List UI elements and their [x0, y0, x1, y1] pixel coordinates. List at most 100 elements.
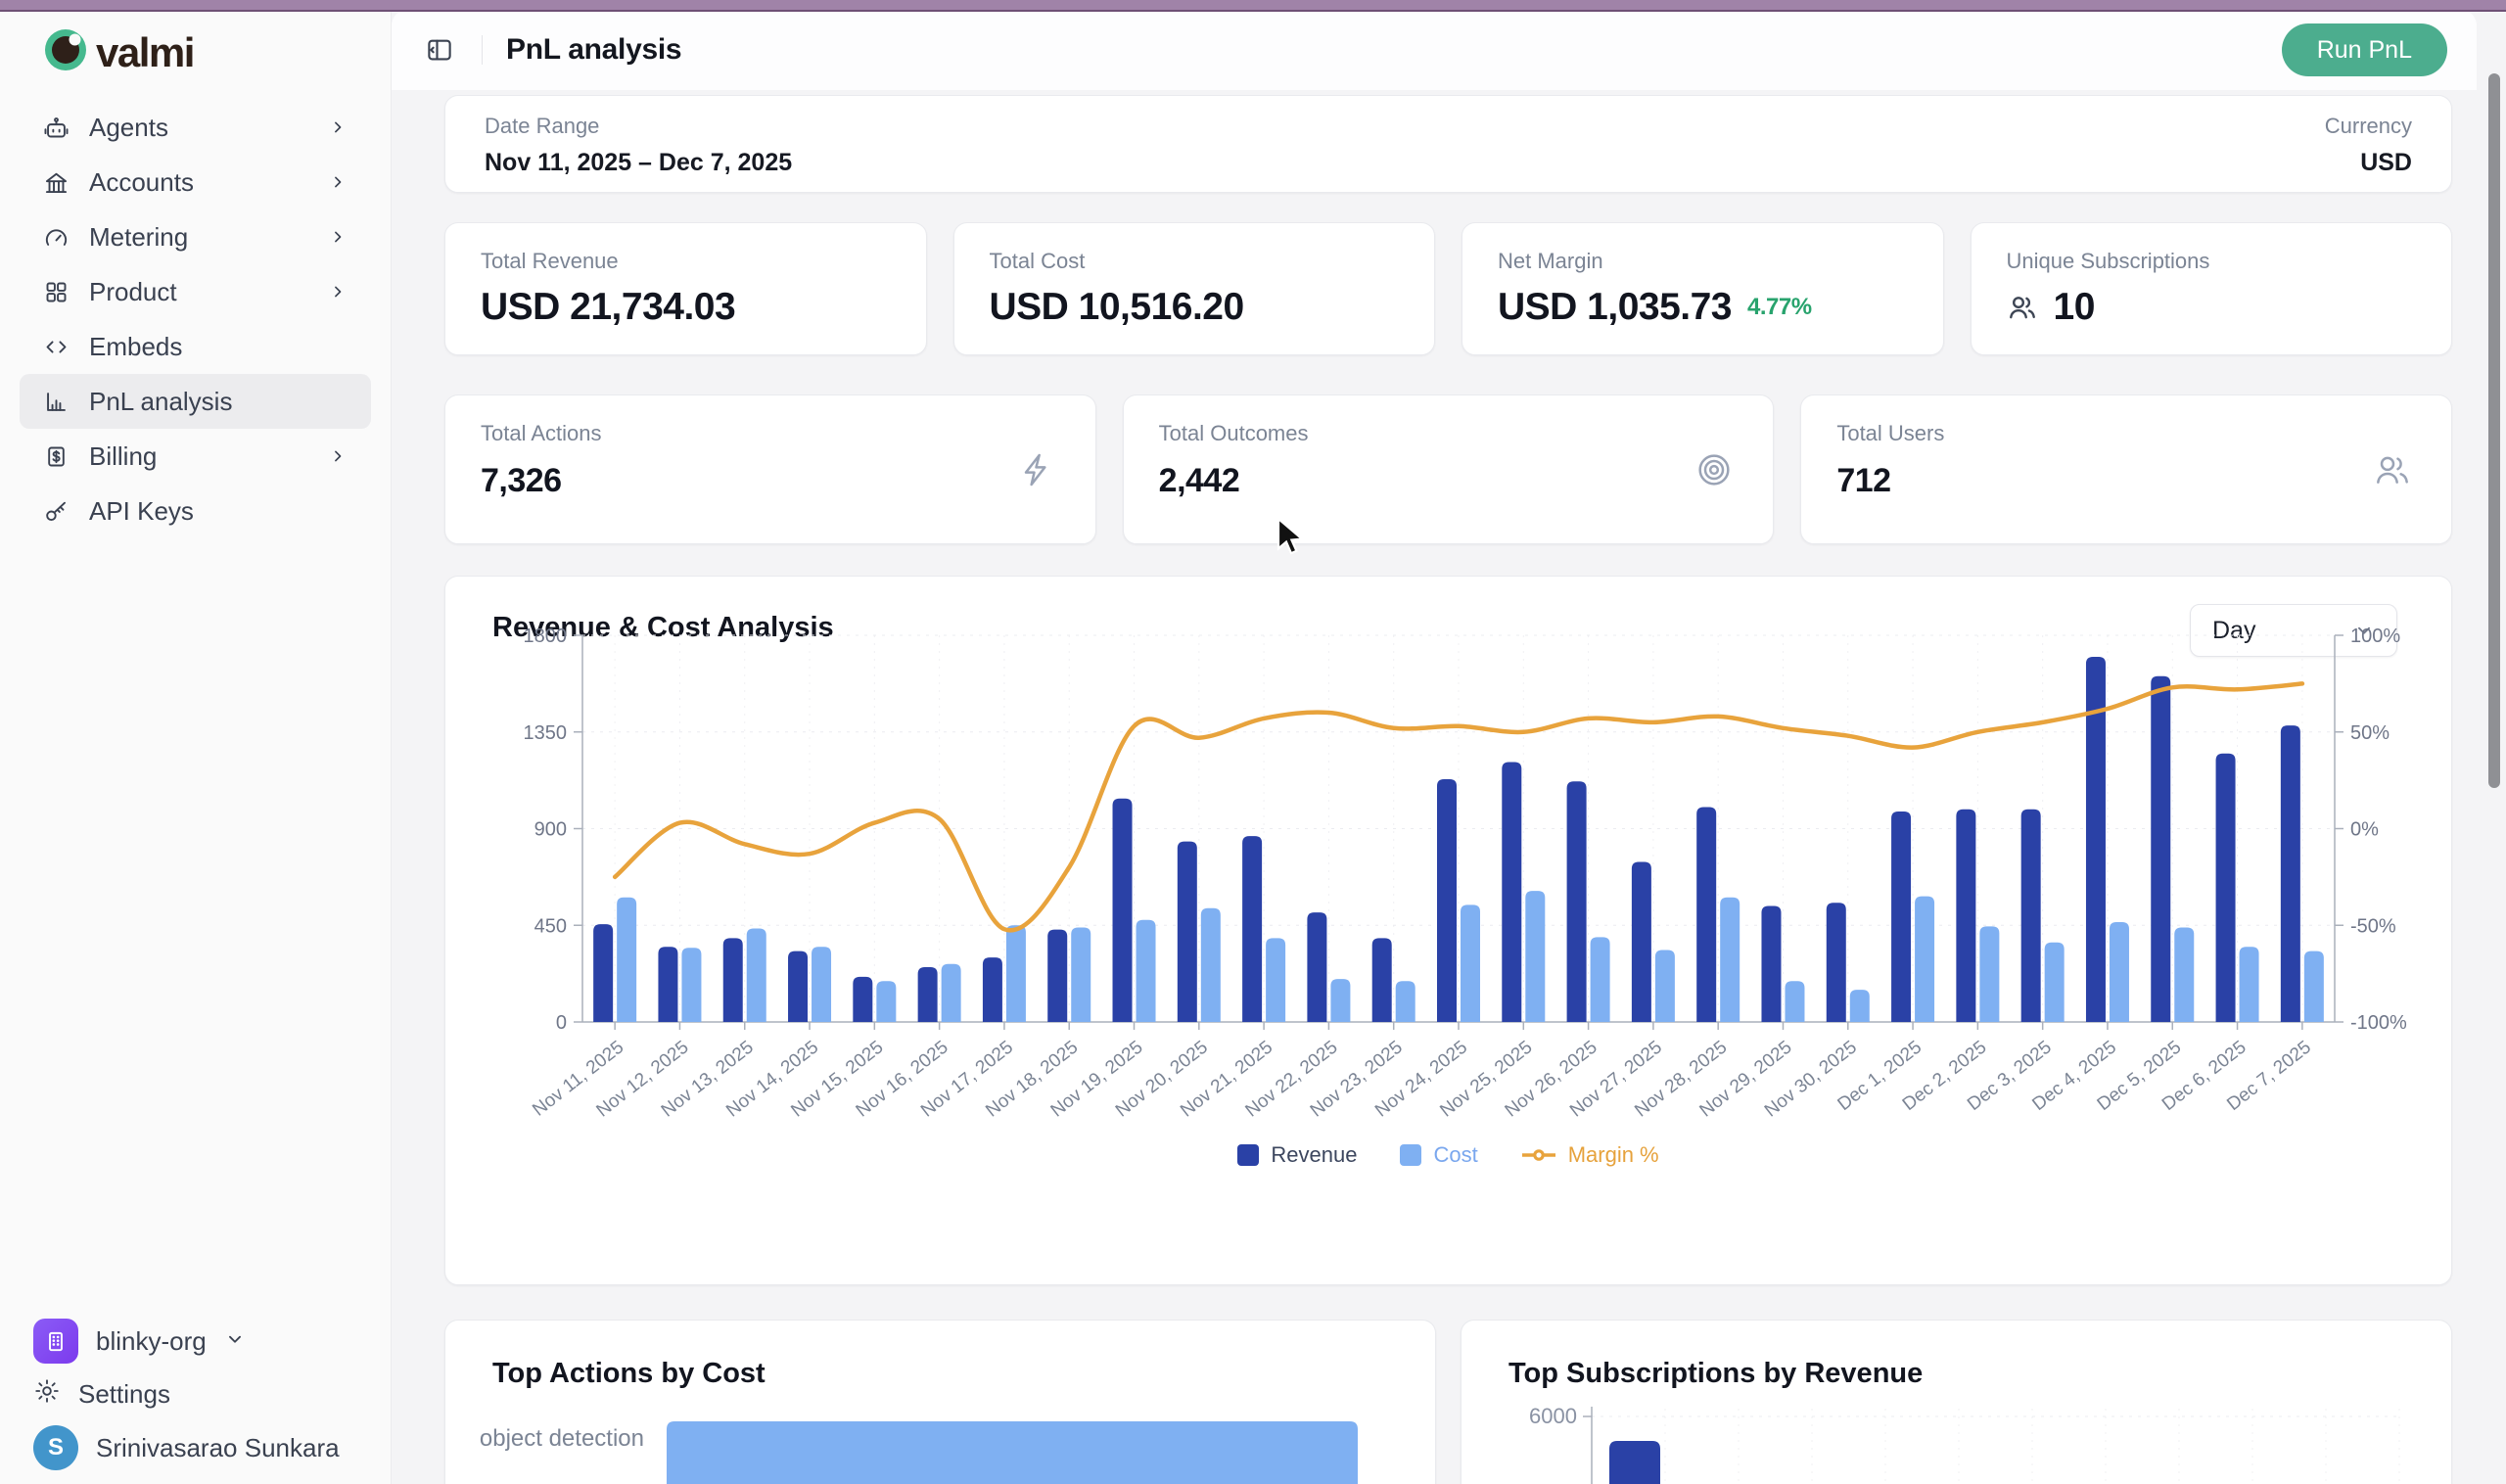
stat-value: USD 21,734.03: [481, 286, 735, 329]
page-title: PnL analysis: [506, 33, 681, 67]
legend-revenue[interactable]: Revenue: [1237, 1142, 1357, 1168]
key-icon: [43, 498, 70, 525]
revenue-cost-chart: 045090013501800100%50%0%-50%-100%Nov 11,…: [494, 621, 2413, 1135]
svg-text:-50%: -50%: [2350, 915, 2396, 937]
date-range-card: Date Range Nov 11, 2025 – Dec 7, 2025 Cu…: [444, 95, 2452, 193]
svg-text:6000: 6000: [1529, 1404, 1577, 1428]
valmi-logo-icon: [43, 27, 88, 77]
chevron-right-icon: [328, 117, 348, 137]
sidebar-item-billing[interactable]: Billing: [20, 429, 371, 484]
user-profile[interactable]: S Srinivasarao Sunkara: [20, 1419, 371, 1476]
page-header: PnL analysis Run PnL: [392, 10, 2477, 90]
sidebar-item-accounts[interactable]: Accounts: [20, 155, 371, 209]
code-icon: [43, 334, 70, 360]
stat-card-total-cost: Total Cost USD 10,516.20: [953, 222, 1436, 355]
svg-text:1350: 1350: [524, 722, 568, 744]
svg-text:0%: 0%: [2350, 819, 2379, 841]
stat-label: Unique Subscriptions: [2007, 249, 2417, 274]
currency-label: Currency: [2325, 114, 2412, 139]
sidebar-item-label: Agents: [89, 113, 168, 143]
chevron-right-icon: [328, 227, 348, 247]
sidebar-nav: Agents Accounts Metering Product Embeds PnL a…: [0, 100, 391, 538]
date-range-value[interactable]: Nov 11, 2025 – Dec 7, 2025: [485, 149, 792, 177]
panel-left-icon: [425, 35, 454, 65]
avatar: S: [33, 1425, 78, 1470]
user-name: Srinivasarao Sunkara: [96, 1433, 340, 1463]
sidebar-item-label: Metering: [89, 222, 188, 253]
sidebar-item-pnl-analysis[interactable]: PnL analysis: [20, 374, 371, 429]
stats-row-2: Total Actions7,326Total Outcomes2,442Tot…: [444, 394, 2452, 544]
stat-label: Total Revenue: [481, 249, 891, 274]
sidebar-item-label: PnL analysis: [89, 387, 232, 417]
sidebar-item-product[interactable]: Product: [20, 264, 371, 319]
sidebar: valmi Agents Accounts Metering Product Embed…: [0, 10, 392, 1484]
sidebar-item-metering[interactable]: Metering: [20, 209, 371, 264]
margin-line-icon: [1521, 1148, 1556, 1162]
legend-margin[interactable]: Margin %: [1521, 1142, 1659, 1168]
date-range-label: Date Range: [485, 114, 792, 139]
svg-text:450: 450: [534, 915, 567, 937]
legend-cost[interactable]: Cost: [1400, 1142, 1477, 1168]
billing-icon: [43, 443, 70, 470]
sidebar-item-label: Product: [89, 277, 177, 307]
sidebar-item-settings[interactable]: Settings: [20, 1371, 371, 1417]
bot-icon: [43, 115, 70, 141]
org-switcher[interactable]: blinky-org: [20, 1313, 371, 1369]
gear-icon: [33, 1377, 61, 1412]
grid-icon: [43, 279, 70, 305]
sidebar-item-api-keys[interactable]: API Keys: [20, 484, 371, 538]
users-icon: [2373, 450, 2412, 489]
logo-text: valmi: [96, 29, 194, 76]
stat-label: Total Cost: [990, 249, 1400, 274]
svg-text:object detection: object detection: [480, 1425, 644, 1452]
run-pnl-button[interactable]: Run PnL: [2282, 23, 2447, 76]
stat-label: Net Margin: [1498, 249, 1908, 274]
sidebar-item-label: API Keys: [89, 496, 194, 527]
chevron-right-icon: [328, 282, 348, 301]
org-name: blinky-org: [96, 1326, 207, 1357]
sidebar-item-label: Embeds: [89, 332, 182, 362]
svg-text:900: 900: [534, 819, 567, 841]
scrollbar[interactable]: [2488, 73, 2500, 788]
chevron-down-icon: [224, 1326, 246, 1357]
stat-value: 7,326: [481, 462, 562, 500]
top-actions-chart: object detection: [465, 1379, 1415, 1484]
users-icon: [2007, 292, 2038, 323]
top-subscriptions-card: Top Subscriptions by Revenue 6000: [1461, 1320, 2452, 1484]
svg-text:-100%: -100%: [2350, 1012, 2407, 1034]
stat-card-net-margin: Net MarginUSD 1,035.734.77%: [1462, 222, 1944, 355]
chevron-down-icon: [224, 1328, 246, 1350]
stat-label: Total Users: [1836, 421, 2416, 446]
stat-value: 712: [1836, 462, 1890, 500]
currency-value[interactable]: USD: [2325, 149, 2412, 177]
org-icon: [33, 1319, 78, 1364]
main-content: PnL analysis Run PnL Date Range Nov 11, …: [392, 10, 2506, 1484]
bolt-icon: [1017, 450, 1056, 489]
top-subscriptions-chart: 6000: [1491, 1379, 2431, 1484]
svg-text:1800: 1800: [524, 626, 568, 647]
top-strip: [0, 0, 2506, 12]
settings-label: Settings: [78, 1379, 170, 1410]
sidebar-item-label: Billing: [89, 441, 157, 472]
sidebar-item-agents[interactable]: Agents: [20, 100, 371, 155]
building-icon: [43, 169, 70, 196]
bar-chart-icon: [43, 389, 70, 415]
logo: valmi: [43, 27, 194, 77]
chevron-right-icon: [328, 446, 348, 466]
sidebar-footer: blinky-org Settings S Srinivasarao Sunka…: [0, 1311, 391, 1478]
target-icon: [1694, 450, 1734, 489]
stat-card-total-actions: Total Actions7,326: [444, 394, 1096, 544]
gear-icon: [33, 1377, 61, 1405]
top-actions-chart-svg: object detection: [465, 1379, 1415, 1484]
sidebar-item-embeds[interactable]: Embeds: [20, 319, 371, 374]
stat-value: USD 10,516.20: [990, 286, 1244, 329]
stat-card-unique-subscriptions: Unique Subscriptions10: [1971, 222, 2453, 355]
collapse-sidebar-button[interactable]: [421, 31, 458, 69]
sidebar-item-label: Accounts: [89, 167, 194, 198]
gauge-icon: [43, 224, 70, 251]
stat-card-total-revenue: Total Revenue USD 21,734.03: [444, 222, 927, 355]
top-actions-card: Top Actions by Cost object detection: [444, 1320, 1436, 1484]
top-subscriptions-chart-svg: 6000: [1491, 1379, 2431, 1484]
svg-text:100%: 100%: [2350, 626, 2400, 647]
header-divider: [482, 35, 483, 65]
